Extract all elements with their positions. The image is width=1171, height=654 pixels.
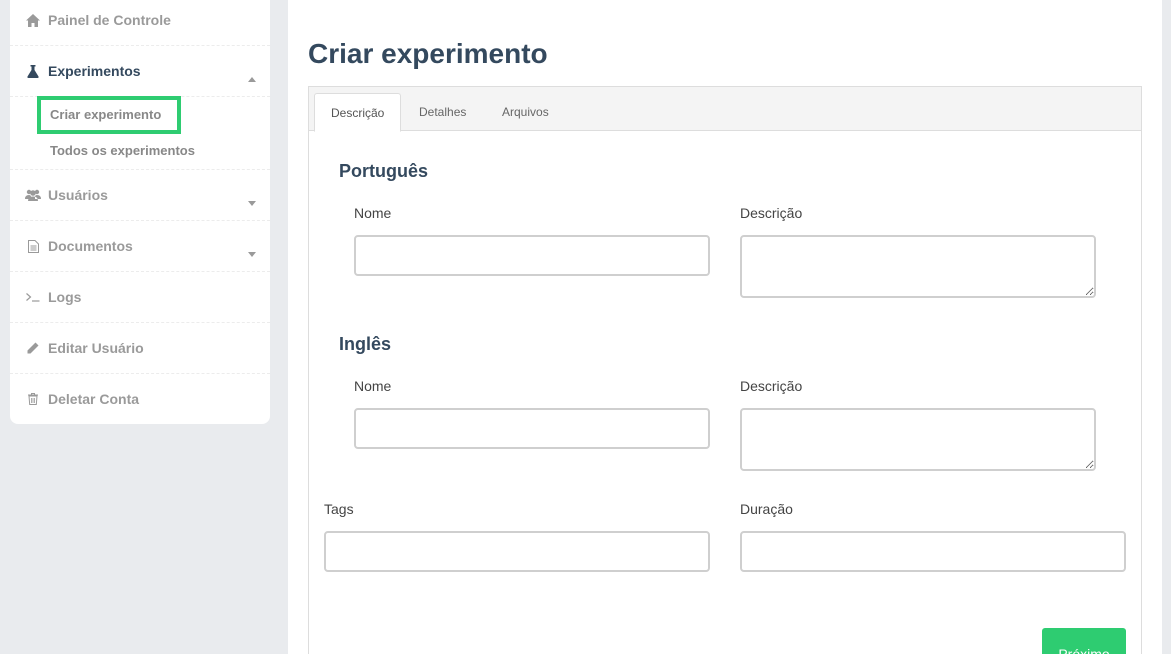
tab-description[interactable]: Descrição [314,93,402,132]
english-description-label: Descrição [740,378,803,394]
form-panel: Descrição Detalhes Arquivos Português No… [308,86,1142,654]
tags-input[interactable] [324,531,710,572]
divider [10,271,270,272]
caret-down-icon [248,244,256,260]
sidebar-item-delete-account[interactable]: Deletar Conta [10,387,270,411]
divider [10,373,270,374]
trash-icon [25,391,41,407]
caret-down-icon [248,193,256,209]
section-title-english: Inglês [339,334,392,354]
section-title-portuguese: Português [339,161,429,181]
duration-input[interactable] [740,531,1126,572]
sidebar-item-users[interactable]: Usuários [10,183,270,207]
users-icon [25,187,41,203]
portuguese-name-input[interactable] [354,235,710,276]
sidebar-item-experiments[interactable]: Experimentos [10,59,270,83]
document-icon [25,238,41,254]
sidebar-item-label: Editar Usuário [48,340,144,356]
sidebar-item-logs[interactable]: Logs [10,285,270,309]
page-title: Criar experimento [308,38,548,69]
english-name-input[interactable] [354,408,710,449]
sidebar-item-label: Documentos [48,238,133,254]
duration-label: Duração [740,501,793,517]
sidebar-item-edit-user[interactable]: Editar Usuário [10,336,270,360]
english-name-label: Nome [354,378,392,394]
sidebar-item-label: Deletar Conta [48,391,140,407]
english-description-textarea[interactable] [740,408,1096,471]
portuguese-description-textarea[interactable] [740,235,1096,298]
tab-files[interactable]: Arquivos [486,93,565,131]
tab-details[interactable]: Detalhes [403,93,482,131]
sidebar-item-label: Experimentos [48,63,141,79]
tags-label: Tags [324,501,354,517]
sidebar-item-documents[interactable]: Documentos [10,234,270,258]
caret-up-icon [248,69,256,85]
home-icon [25,12,41,28]
sidebar-item-label: Painel de Controle [48,12,171,28]
portuguese-description-label: Descrição [740,205,803,221]
divider [10,322,270,323]
submenu-item-create-experiment[interactable]: Criar experimento [50,107,161,122]
sidebar-item-label: Logs [48,289,82,305]
main-panel: Criar experimento Descrição Detalhes Arq… [288,0,1162,654]
portuguese-name-label: Nome [354,205,392,221]
pencil-icon [25,340,41,356]
divider [10,169,270,170]
sidebar-item-label: Usuários [48,187,108,203]
sidebar-item-dashboard[interactable]: Painel de Controle [10,8,270,32]
next-button[interactable]: Próximo [1042,628,1126,654]
flask-icon [25,63,41,79]
sidebar: Painel de Controle Experimentos Criar ex… [10,0,270,424]
divider [10,220,270,221]
terminal-icon [25,289,41,305]
tab-bar: Descrição Detalhes Arquivos [309,87,1141,132]
divider [10,45,270,46]
submenu-item-all-experiments[interactable]: Todos os experimentos [50,143,195,158]
